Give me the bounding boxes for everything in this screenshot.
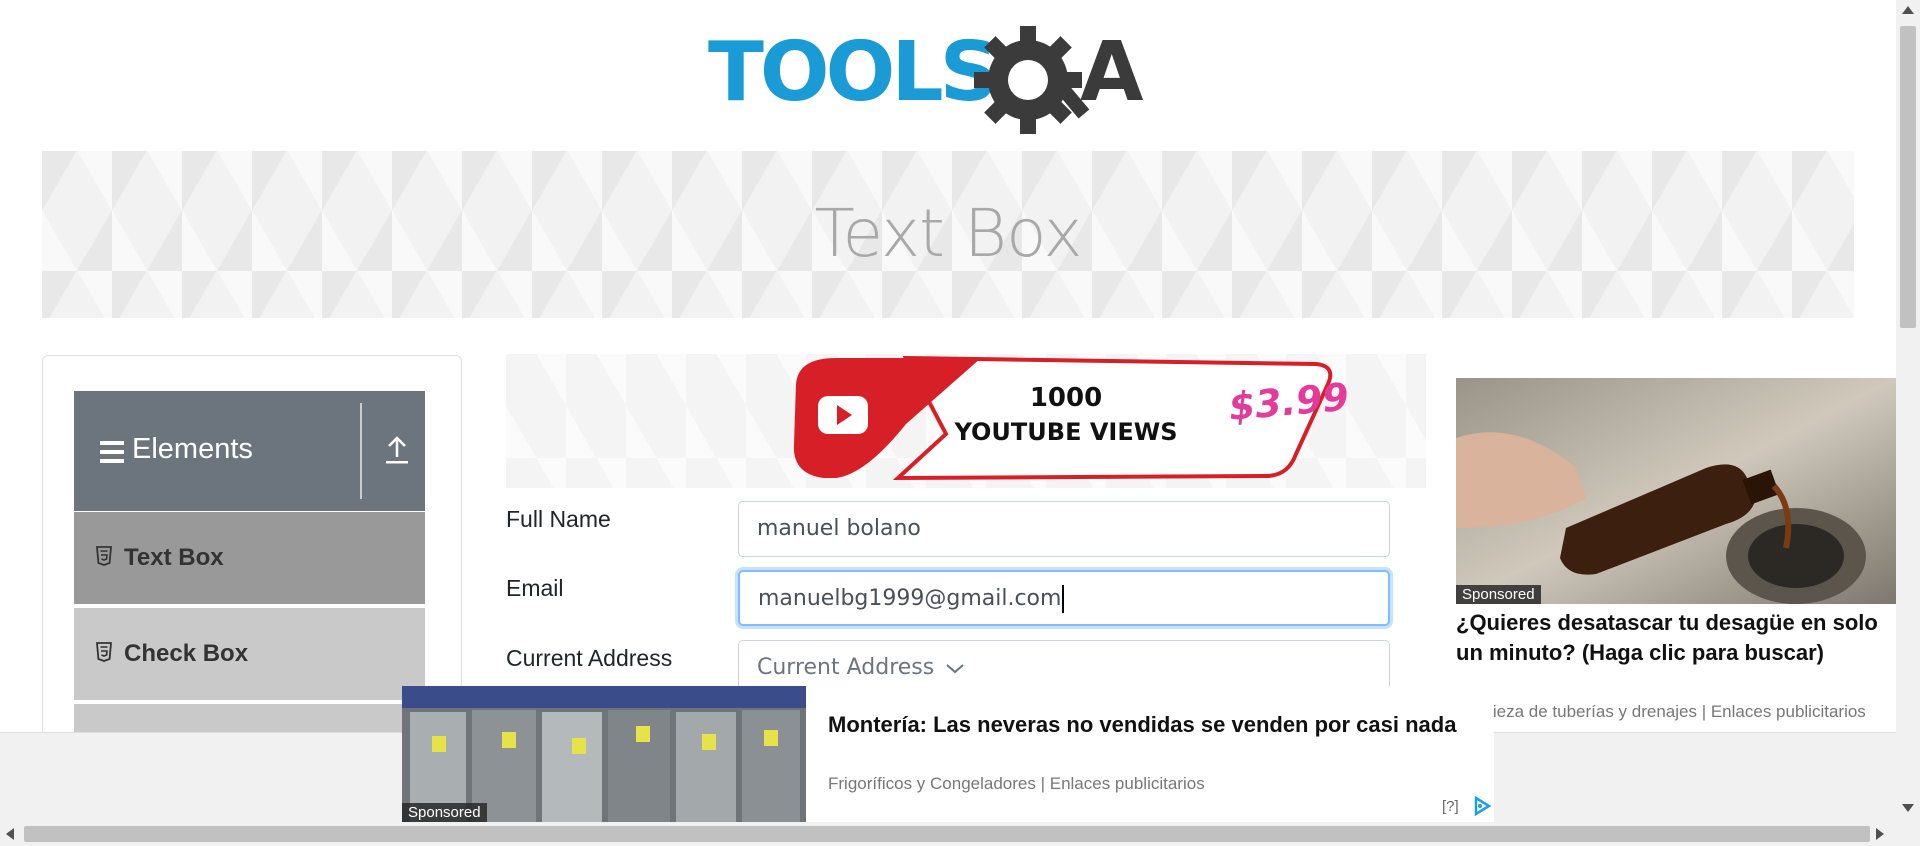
ad-info-link[interactable]: [?] — [1442, 798, 1459, 815]
full-name-value: manuel bolano — [757, 516, 921, 541]
bottom-sponsored-ad[interactable]: Sponsored Montería: Las neveras no vendi… — [402, 686, 1494, 822]
scroll-up-arrow-icon[interactable] — [1902, 6, 1914, 14]
horizontal-scroll-thumb[interactable] — [24, 826, 1870, 842]
ad-price: $3.99 — [1227, 375, 1351, 429]
full-name-label: Full Name — [506, 506, 611, 532]
ad-source[interactable]: Frigoríficos y Congeladores | Enlaces pu… — [828, 774, 1205, 794]
youtube-ad-graphic: 1000 YOUTUBE VIEWS $3.99 — [793, 355, 1351, 481]
ad-line-2: YOUTUBE VIEWS — [954, 418, 1178, 446]
drain-bottle-image — [1456, 378, 1898, 604]
toolsqa-logo[interactable]: TOOLS A — [708, 22, 1194, 138]
elements-group-title: Elements — [132, 433, 253, 465]
adchoices-icon[interactable] — [1472, 796, 1492, 816]
sidebar-item-label: Text Box — [124, 544, 224, 571]
email-label: Email — [506, 575, 564, 601]
right-sponsored-ad[interactable]: Sponsored ¿Quieres desatascar tu desagüe… — [1434, 352, 1920, 732]
header-divider — [360, 403, 362, 499]
html5-icon — [96, 642, 112, 662]
ad-image-fridges[interactable]: Sponsored — [402, 686, 806, 822]
fridges-image — [402, 686, 806, 822]
sidebar-item-label: Check Box — [124, 640, 249, 667]
email-input[interactable]: manuelbg1999@gmail.com — [738, 570, 1390, 626]
logo-text-tools: TOOLS — [708, 25, 995, 120]
current-address-label: Current Address — [506, 645, 673, 671]
scroll-right-arrow-icon[interactable] — [1876, 828, 1884, 840]
vertical-scroll-thumb[interactable] — [1900, 26, 1916, 328]
html5-icon — [96, 546, 112, 566]
elements-group-header[interactable]: Elements — [74, 391, 425, 511]
logo-text-a: A — [1080, 25, 1144, 120]
hamburger-icon — [100, 441, 124, 463]
collapse-up-icon[interactable] — [384, 435, 410, 465]
page-title: Text Box — [814, 195, 1082, 272]
sponsored-tag: Sponsored — [402, 803, 487, 822]
full-name-input[interactable]: manuel bolano — [738, 501, 1390, 557]
scroll-left-arrow-icon[interactable] — [6, 828, 14, 840]
ad-headline[interactable]: Montería: Las neveras no vendidas se ven… — [828, 710, 1468, 740]
vertical-scrollbar[interactable] — [1896, 0, 1920, 822]
chevron-down-icon — [946, 664, 964, 674]
ad-image-drain[interactable]: Sponsored — [1456, 378, 1898, 604]
gear-icon — [974, 26, 1090, 134]
sidebar-item-check-box[interactable]: Check Box — [74, 608, 425, 702]
youtube-views-ad[interactable]: 1000 YOUTUBE VIEWS $3.99 — [506, 354, 1426, 488]
text-caret — [1062, 585, 1065, 613]
scroll-down-arrow-icon[interactable] — [1902, 804, 1914, 812]
horizontal-scrollbar[interactable] — [0, 822, 1920, 846]
ad-source[interactable]: Limpieza de tuberías y drenajes | Enlace… — [1456, 702, 1916, 722]
current-address-placeholder: Current Address — [757, 655, 935, 680]
email-value: manuelbg1999@gmail.com — [758, 586, 1062, 611]
ad-headline[interactable]: ¿Quieres desatascar tu desagüe en solo u… — [1456, 608, 1896, 668]
ad-line-1: 1000 — [1030, 383, 1102, 413]
sponsored-tag: Sponsored — [1456, 585, 1541, 604]
sidebar-item-text-box[interactable]: Text Box — [74, 512, 425, 606]
page-banner: Text Box — [42, 151, 1854, 318]
